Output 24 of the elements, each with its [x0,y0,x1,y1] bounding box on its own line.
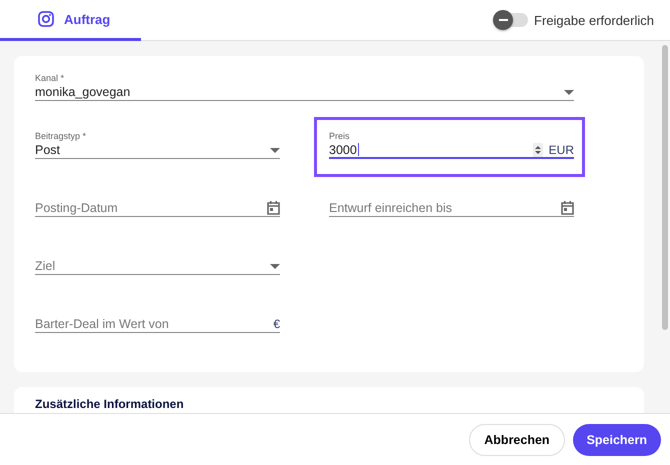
currency-suffix: EUR [548,142,574,156]
tab[interactable]: Auftrag [0,0,141,41]
field-label: Kanal * [35,72,66,84]
field-value: 3000 [329,142,360,156]
input-field[interactable]: Entwurf einreichen bis [329,200,574,217]
input-field[interactable]: Barter-Deal im Wert von € [35,316,280,333]
field-label: Beitragstyp * [35,130,88,142]
save-button[interactable]: Speichern [572,424,661,456]
section-title: Zusätzliche Informationen [35,397,184,411]
cancel-button[interactable]: Abbrechen [469,424,565,456]
field-label: Preis [329,130,351,142]
input-field[interactable]: Posting-Datum [35,200,280,217]
input-field[interactable]: 3000 EUR [329,142,574,159]
field-placeholder: Entwurf einreichen bis [329,201,453,215]
field-placeholder: Posting-Datum [35,201,119,215]
field-placeholder: Barter-Deal im Wert von [35,317,170,331]
dropdown-field[interactable]: monika_govegan [35,84,574,101]
toggle-label: Freigabe erforderlich [534,12,654,28]
currency-suffix: € [273,317,280,331]
field-value: Post [35,143,62,157]
dropdown-field[interactable]: Ziel [35,258,280,275]
field-value: monika_govegan [35,85,132,99]
dropdown-field[interactable]: Post [35,142,280,159]
field-placeholder: Ziel [35,259,56,273]
